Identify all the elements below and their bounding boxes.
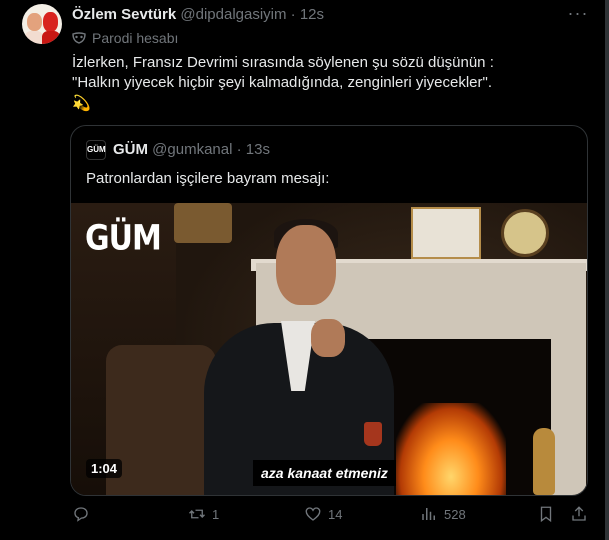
video-fire xyxy=(396,403,506,495)
video-man-hand xyxy=(311,319,345,357)
video-armchair xyxy=(106,345,216,495)
dizzy-emoji: 💫 xyxy=(72,95,91,112)
avatar-body-right xyxy=(42,31,60,44)
video-player[interactable]: GÜM 1:04 aza kanaat etmeniz xyxy=(71,203,587,495)
quoted-text: Patronlardan işçilere bayram mesajı: xyxy=(86,170,330,187)
quoted-display-name: GÜM xyxy=(113,141,148,158)
quoted-handle: @gumkanal xyxy=(152,141,233,158)
reply-button[interactable] xyxy=(72,505,96,523)
heart-icon xyxy=(305,507,321,521)
header-separator: · xyxy=(290,6,296,23)
tweet-text-line-1: İzlerken, Fransız Devrimi sırasında söyl… xyxy=(72,54,494,71)
video-man-head xyxy=(276,225,336,305)
bookmark-icon xyxy=(540,506,552,523)
like-button[interactable]: 14 xyxy=(304,505,342,523)
quoted-tweet[interactable]: GÜM GÜM @gumkanal · 13s Patronlardan işç… xyxy=(70,125,588,496)
author-display-name[interactable]: Özlem Sevtürk xyxy=(72,6,176,23)
tweet[interactable]: Özlem Sevtürk @dipdalgasiyim · 12s ··· P… xyxy=(0,0,605,540)
mask-icon xyxy=(72,32,86,44)
video-wall-clock xyxy=(174,203,232,243)
video-tea-glass xyxy=(364,422,382,446)
parody-label-text: Parodi hesabı xyxy=(92,30,179,46)
retweet-button[interactable]: 1 xyxy=(188,505,219,523)
reply-icon xyxy=(74,507,88,522)
author-avatar[interactable] xyxy=(22,4,62,44)
tweet-text-line-2: "Halkın yiyecek hiçbir şeyi kalmadığında… xyxy=(72,74,492,91)
avatar-face-left xyxy=(27,13,42,31)
video-calligraphy-frame xyxy=(411,207,481,259)
parody-label: Parodi hesabı xyxy=(72,30,178,46)
share-button[interactable] xyxy=(570,505,588,523)
video-vase xyxy=(533,428,555,495)
video-subtitle: aza kanaat etmeniz xyxy=(253,460,396,486)
views-chart-icon xyxy=(422,508,435,520)
quoted-time: 13s xyxy=(245,141,270,158)
video-mantel-clock xyxy=(501,209,549,257)
retweet-count: 1 xyxy=(212,506,220,522)
like-count: 14 xyxy=(328,506,343,522)
share-icon xyxy=(572,506,586,521)
bookmark-button[interactable] xyxy=(537,505,555,523)
quoted-tweet-header: GÜM @gumkanal · 13s xyxy=(113,141,270,158)
views-count: 528 xyxy=(444,506,466,522)
tweet-time[interactable]: 12s xyxy=(300,6,324,23)
tweet-header: Özlem Sevtürk @dipdalgasiyim · 12s xyxy=(72,6,324,23)
avatar-body-left xyxy=(25,31,43,44)
right-divider xyxy=(605,0,609,540)
video-duration-badge: 1:04 xyxy=(86,459,123,478)
video-channel-logo: GÜM xyxy=(85,218,162,259)
quoted-author-avatar[interactable]: GÜM xyxy=(86,140,106,160)
author-handle[interactable]: @dipdalgasiyim xyxy=(180,6,286,23)
quoted-separator: · xyxy=(236,141,242,158)
retweet-icon xyxy=(189,509,205,519)
views-button[interactable]: 528 xyxy=(420,505,466,523)
tweet-text: İzlerken, Fransız Devrimi sırasında söyl… xyxy=(72,53,592,93)
action-bar: 1 14 528 xyxy=(72,503,594,527)
more-options-icon[interactable]: ··· xyxy=(566,4,590,25)
avatar-face-right xyxy=(43,12,58,32)
